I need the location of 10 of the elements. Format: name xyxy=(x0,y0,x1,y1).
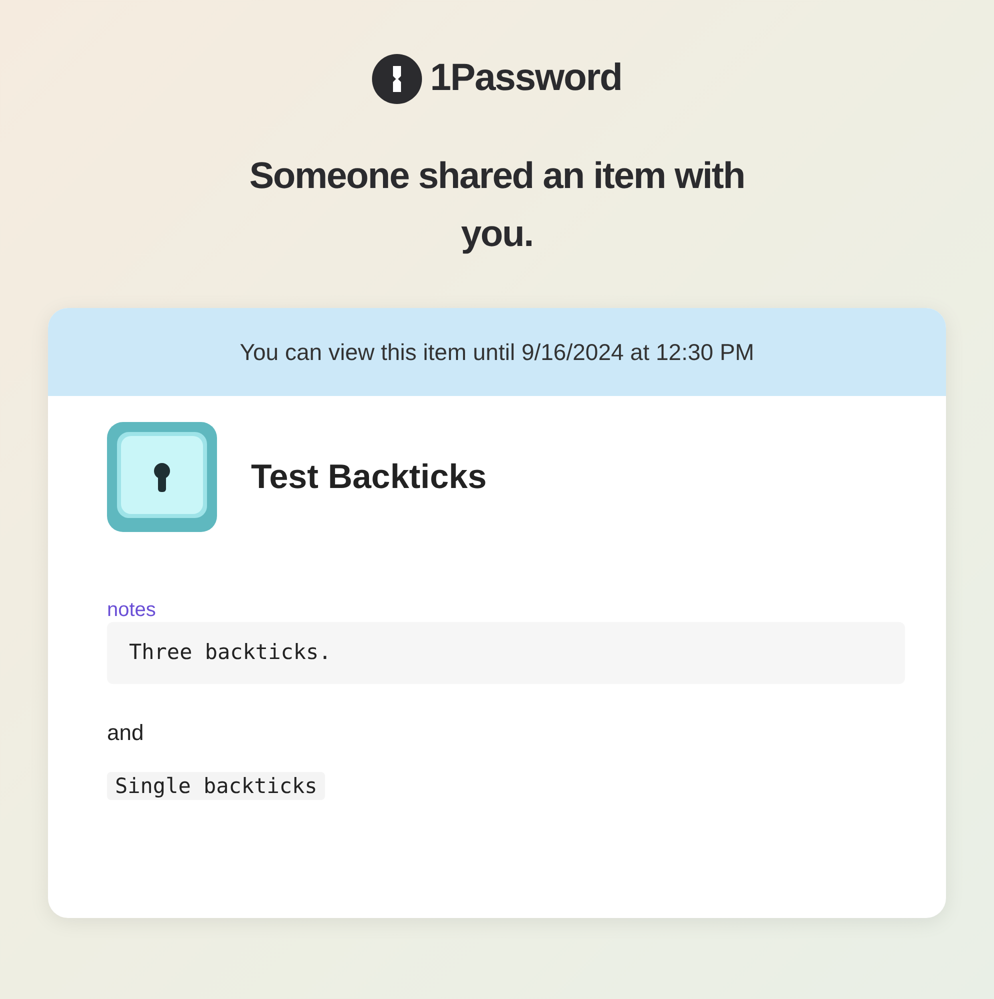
item-title: Test Backticks xyxy=(251,456,487,498)
logo-icon xyxy=(372,54,422,104)
field-label: notes xyxy=(107,598,157,622)
keyhole-icon xyxy=(107,422,217,532)
inline-code: Single backticks xyxy=(107,772,326,800)
logo-text: 1Password xyxy=(430,56,622,101)
paragraph: and xyxy=(107,719,145,747)
heading: Someone shared an item with you. xyxy=(248,154,746,256)
code-block: Three backticks. xyxy=(107,622,905,684)
expiry-banner: You can view this item until 9/16/2024 at 12:30 PM xyxy=(48,308,946,396)
